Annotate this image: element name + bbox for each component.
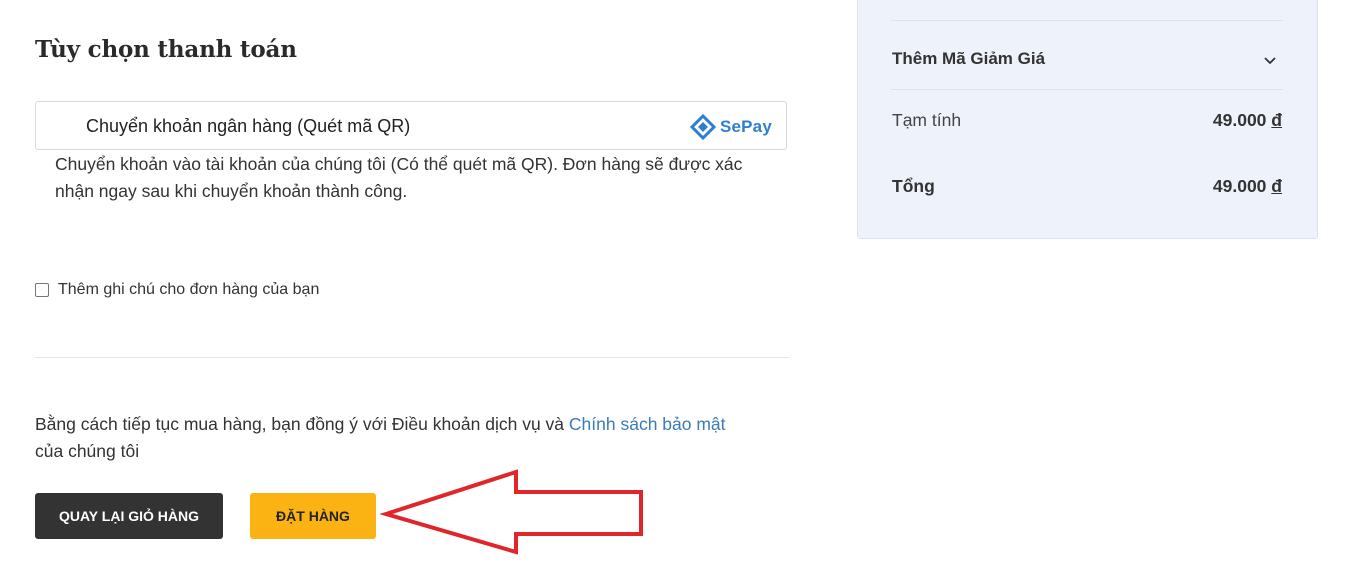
- currency-symbol: đ: [1271, 110, 1282, 130]
- total-amount: 49.000: [1212, 176, 1267, 196]
- privacy-policy-link[interactable]: Chính sách bảo mật: [569, 414, 726, 434]
- subtotal-label: Tạm tính: [892, 110, 962, 130]
- payment-option-label: Chuyển khoản ngân hàng (Quét mã QR): [86, 116, 411, 136]
- payment-option-bank-transfer[interactable]: Chuyển khoản ngân hàng (Quét mã QR) SePa…: [35, 101, 787, 150]
- terms-notice: Bằng cách tiếp tục mua hàng, bạn đồng ý …: [35, 411, 795, 465]
- chevron-down-icon[interactable]: [1263, 53, 1277, 67]
- coupon-toggle-label[interactable]: Thêm Mã Giảm Giá: [892, 49, 1045, 69]
- sepay-logo-text: SePay: [719, 117, 772, 136]
- summary-divider: [891, 89, 1283, 90]
- total-value: 49.000 đ: [1213, 176, 1282, 197]
- order-summary-panel: Thêm Mã Giảm Giá Tạm tính 49.000 đ Tổng …: [857, 0, 1318, 239]
- order-note-checkbox[interactable]: [35, 283, 49, 297]
- payment-description: Chuyển khoản vào tài khoản của chúng tôi…: [55, 154, 743, 201]
- terms-prefix: Bằng cách tiếp tục mua hàng, bạn đồng ý …: [35, 414, 569, 434]
- sepay-logo-icon: [689, 114, 716, 140]
- place-order-button[interactable]: ĐẶT HÀNG: [250, 493, 376, 539]
- sepay-logo: SePay: [689, 114, 772, 140]
- section-divider: [35, 357, 789, 358]
- payment-section-title: Tùy chọn thanh toán: [35, 36, 297, 63]
- currency-symbol: đ: [1271, 176, 1282, 196]
- subtotal-value: 49.000 đ: [1213, 110, 1282, 131]
- terms-suffix: của chúng tôi: [35, 441, 140, 461]
- arrow-left-icon: [380, 469, 643, 555]
- checkout-page: Tùy chọn thanh toán Chuyển khoản ngân hà…: [0, 0, 1363, 570]
- total-label: Tổng: [892, 176, 935, 196]
- order-note-toggle[interactable]: Thêm ghi chú cho đơn hàng của bạn: [35, 281, 319, 299]
- summary-divider: [891, 20, 1283, 21]
- order-note-label: Thêm ghi chú cho đơn hàng của bạn: [58, 281, 320, 298]
- subtotal-amount: 49.000: [1212, 110, 1267, 130]
- back-to-cart-button[interactable]: QUAY LẠI GIỎ HÀNG: [35, 493, 223, 539]
